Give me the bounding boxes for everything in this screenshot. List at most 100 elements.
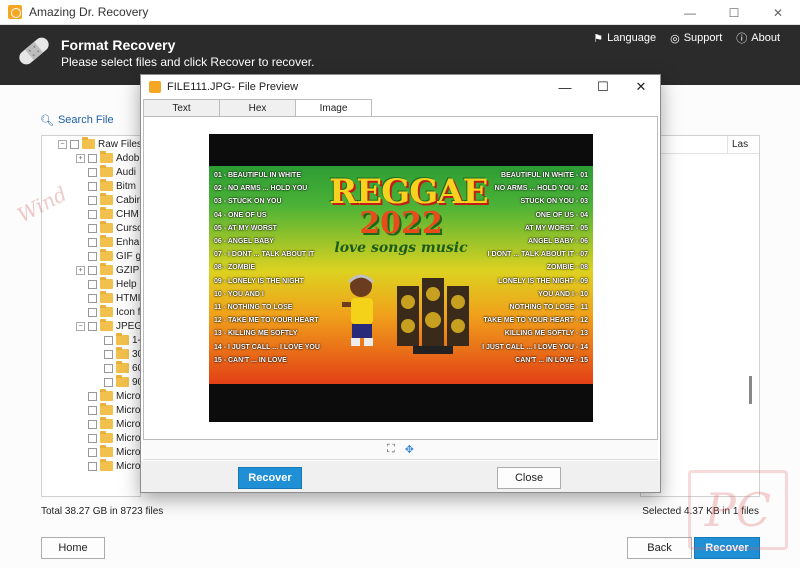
image-preview-area: REGGAE 2022 love songs music 01 - BEAUTI… (143, 116, 658, 440)
dialog-footer: Recover Close (141, 461, 660, 492)
flag-icon: ⚑ (593, 32, 604, 45)
track-title-left: 11 - NOTHING TO LOSE (214, 304, 293, 311)
poster-artwork: REGGAE 2022 love songs music 01 - BEAUTI… (209, 166, 593, 384)
tree-item[interactable]: CHM (88, 207, 139, 221)
tree-checkbox[interactable] (104, 363, 113, 373)
collapse-icon[interactable]: − (58, 139, 67, 149)
tree-checkbox[interactable] (88, 209, 97, 219)
tree-checkbox[interactable] (88, 307, 97, 317)
tree-checkbox[interactable] (88, 223, 97, 233)
back-button[interactable]: Back (627, 537, 692, 559)
app-title: Amazing Dr. Recovery (29, 5, 149, 19)
tree-item[interactable]: Audi (88, 165, 136, 179)
tree-item[interactable]: HTMI (88, 291, 140, 305)
tree-checkbox[interactable] (88, 391, 97, 401)
dialog-minimize-button[interactable]: — (546, 75, 584, 99)
folder-icon (100, 263, 113, 275)
tree-item[interactable]: 90 (104, 375, 140, 389)
folder-tree[interactable]: − Raw Files + Adob Audi Bitm Cabir CHM Cu… (41, 135, 141, 497)
column-last[interactable]: Las (727, 136, 752, 153)
folder-icon (100, 165, 113, 177)
tree-checkbox[interactable] (104, 349, 113, 359)
tree-checkbox[interactable] (88, 447, 97, 457)
search-icon: 🔍︎ (40, 114, 54, 127)
track-title-right: CAN'T ... IN LOVE - 15 (515, 356, 588, 364)
track-title-left: 14 - I JUST CALL ... I LOVE YOU (214, 343, 320, 351)
tree-item[interactable]: GIF g (88, 249, 140, 263)
tree-item[interactable]: 60 (104, 361, 140, 375)
tree-checkbox[interactable] (88, 321, 97, 331)
track-title-left: 03 - STUCK ON YOU (214, 198, 282, 206)
expand-icon[interactable]: + (76, 153, 85, 163)
maximize-button[interactable]: ☐ (712, 0, 756, 25)
minimize-button[interactable]: — (668, 0, 712, 25)
tree-item[interactable]: Help (88, 277, 137, 291)
tree-item[interactable]: Cabir (88, 193, 140, 207)
tree-item[interactable]: Micro (88, 459, 140, 473)
tree-item[interactable]: + GZIP (76, 263, 139, 277)
track-title-right: AT MY WORST - 05 (524, 224, 588, 232)
close-window-button[interactable]: ✕ (756, 0, 800, 25)
tree-checkbox[interactable] (88, 461, 97, 471)
support-label: Support (683, 32, 723, 44)
tree-checkbox[interactable] (88, 251, 97, 261)
dialog-window-controls: — ☐ ✕ (546, 75, 660, 99)
dialog-maximize-button[interactable]: ☐ (584, 75, 622, 99)
expand-icon[interactable]: + (76, 265, 85, 275)
dialog-close-icon[interactable]: ✕ (622, 75, 660, 99)
tree-item[interactable]: 30 (104, 347, 140, 361)
tree-checkbox[interactable] (88, 419, 97, 429)
scrollbar-thumb[interactable] (749, 376, 752, 404)
tree-item[interactable]: Bitm (88, 179, 136, 193)
window-controls: — ☐ ✕ (668, 0, 800, 25)
dialog-recover-button[interactable]: Recover (238, 467, 302, 489)
tree-checkbox[interactable] (88, 293, 97, 303)
tree-item[interactable]: Micro (88, 389, 140, 403)
tree-checkbox[interactable] (88, 405, 97, 415)
language-link[interactable]: ⚑ Language (593, 30, 656, 46)
tree-item[interactable]: Icon f (88, 305, 140, 319)
support-link[interactable]: ◎ Support (670, 30, 722, 46)
tree-item[interactable]: Micro (88, 445, 140, 459)
collapse-icon[interactable]: − (76, 321, 85, 331)
tree-item[interactable]: Micro (88, 431, 140, 445)
track-title-right: I JUST CALL ... I LOVE YOU - 14 (482, 343, 588, 351)
actual-size-icon[interactable]: ✥ (405, 443, 414, 456)
track-title-left: 09 - LONELY IS THE NIGHT (214, 277, 304, 285)
tab-text[interactable]: Text (143, 99, 220, 116)
tree-root[interactable]: − Raw Files (58, 137, 140, 151)
track-title-left: 13 - KILLING ME SOFTLY (214, 330, 298, 338)
track-title-left: 01 - BEAUTIFUL IN WHITE (214, 172, 301, 179)
tree-checkbox[interactable] (104, 335, 113, 345)
dialog-close-button[interactable]: Close (497, 467, 561, 489)
fit-to-window-icon[interactable]: ⛶ (387, 443, 395, 456)
tree-checkbox[interactable] (88, 153, 97, 163)
tree-checkbox[interactable] (70, 139, 79, 149)
track-title-right: ANGEL BABY - 06 (527, 238, 588, 245)
about-link[interactable]: ⓘ About (736, 30, 780, 46)
search-file-link[interactable]: 🔍︎ Search File (40, 110, 114, 130)
tree-checkbox[interactable] (88, 279, 97, 289)
tree-item[interactable]: Micro (88, 417, 140, 431)
folder-icon (100, 221, 113, 233)
tree-item[interactable]: 1- (104, 333, 140, 347)
track-title-left: 12 - TAKE ME TO YOUR HEART (214, 317, 319, 325)
tree-item[interactable]: − JPEG (76, 319, 140, 333)
tab-hex[interactable]: Hex (219, 99, 296, 116)
tab-image[interactable]: Image (295, 99, 372, 117)
tree-label: HTMI (116, 292, 141, 304)
tree-checkbox[interactable] (88, 237, 97, 247)
tree-checkbox[interactable] (88, 195, 97, 205)
tree-checkbox[interactable] (104, 377, 113, 387)
tree-checkbox[interactable] (88, 181, 97, 191)
tree-label: Cabir (116, 194, 140, 206)
home-button[interactable]: Home (41, 537, 105, 559)
tree-checkbox[interactable] (88, 265, 97, 275)
folder-icon (100, 445, 113, 457)
tree-checkbox[interactable] (88, 433, 97, 443)
tree-item[interactable]: + Adob (76, 151, 139, 165)
tree-checkbox[interactable] (88, 167, 97, 177)
tree-item[interactable]: Curso (88, 221, 140, 235)
tree-item[interactable]: Micro (88, 403, 140, 417)
tree-item[interactable]: Enhar (88, 235, 140, 249)
